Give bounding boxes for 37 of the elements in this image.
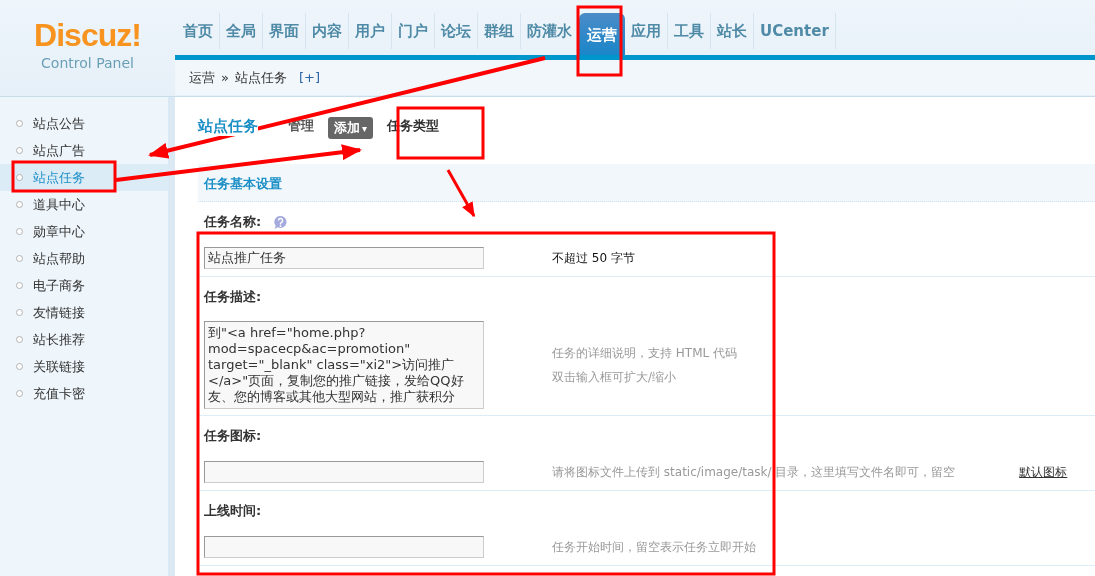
- field-label: 任务名称:: [204, 213, 262, 231]
- sidebar-item[interactable]: 友情链接: [0, 299, 168, 326]
- field-label: 任务描述:: [204, 288, 262, 306]
- field-label: 任务图标:: [204, 427, 262, 445]
- nav-tab[interactable]: 门户: [392, 13, 435, 49]
- sidebar-item[interactable]: 关联链接: [0, 353, 168, 380]
- field-hint: 任务开始时间，留空表示任务立即开始: [552, 539, 756, 556]
- breadcrumb-item[interactable]: 站点任务: [234, 68, 287, 87]
- help-icon[interactable]: [273, 214, 289, 230]
- default-icon-link[interactable]: 默认图标: [1019, 460, 1068, 484]
- sidebar-item[interactable]: 站点帮助: [0, 245, 168, 272]
- highlight-box: [576, 5, 623, 77]
- field-hint: 请将图标文件上传到 static/image/task/ 目录，这里填写文件名即可，留空: [552, 464, 956, 481]
- sidebar-item[interactable]: 站长推荐: [0, 326, 168, 353]
- logo-subtitle: Control Panel: [41, 55, 134, 71]
- sidebar-item[interactable]: 电子商务: [0, 272, 168, 299]
- breadcrumb-item[interactable]: 运营: [189, 68, 215, 87]
- page-title: 站点任务: [198, 117, 258, 136]
- add-dropdown-button[interactable]: 添加▾: [328, 117, 374, 139]
- field-hint: 任务的详细说明，支持 HTML 代码 双击输入框可扩大/缩小: [552, 345, 738, 386]
- section-header: 任务基本设置: [198, 164, 1095, 202]
- sidebar-item[interactable]: 站点公告: [0, 110, 168, 137]
- sidebar-item[interactable]: 勋章中心: [0, 218, 168, 245]
- text-input[interactable]: 站点推广任务: [204, 247, 484, 269]
- field-hint: 不超过 50 字节: [552, 250, 635, 267]
- nav-tab[interactable]: 运营: [579, 13, 625, 55]
- sidebar-item[interactable]: 充值卡密: [0, 380, 168, 407]
- description-textarea[interactable]: 到"<a href="home.php?mod=spacecp&ac=promotion" target="_blank" class="xi2">访问推广</a>"页面，复制您的推广链接，发给QQ好友、您的博客或其他大型网站，推广获积分: [204, 321, 484, 409]
- breadcrumb-separator: »: [221, 70, 229, 85]
- logo-text: Discuz!: [34, 19, 141, 51]
- text-input[interactable]: [204, 536, 484, 558]
- sidebar-item[interactable]: 道具中心: [0, 191, 168, 218]
- add-shortcut-link[interactable]: [+]: [298, 70, 320, 85]
- sidebar-item[interactable]: 站点广告: [0, 137, 168, 164]
- text-input[interactable]: [204, 461, 484, 483]
- annotation-arrow: [446, 169, 476, 218]
- field-label: 上线时间:: [204, 502, 262, 520]
